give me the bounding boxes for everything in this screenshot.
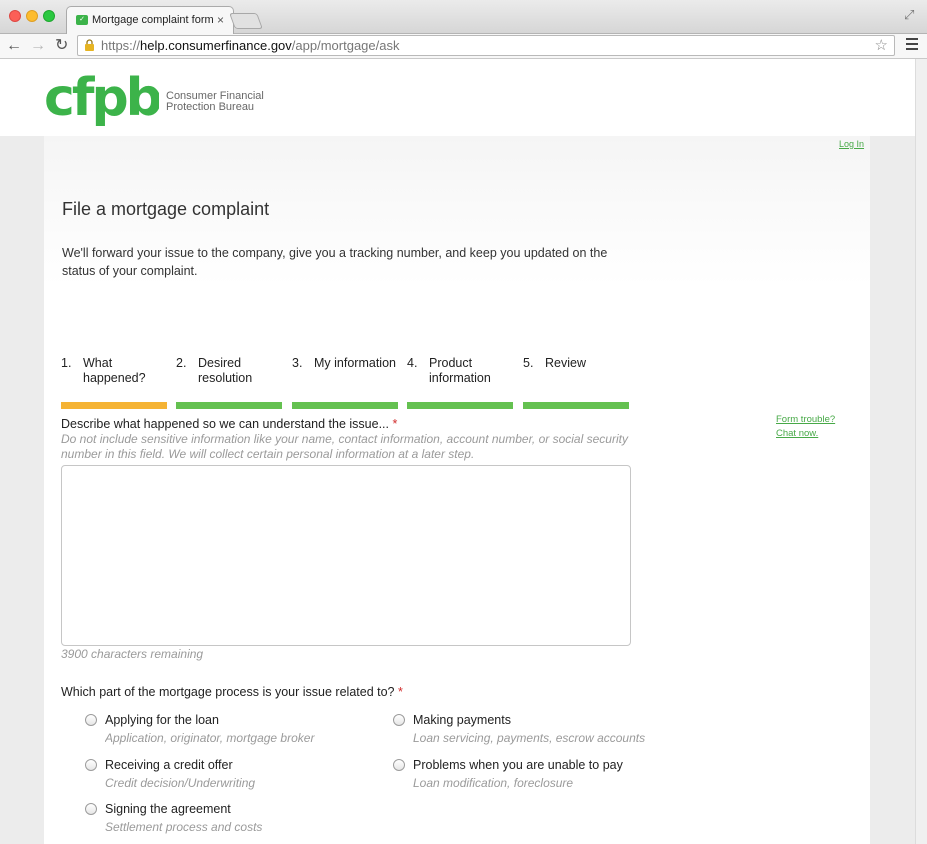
step-number: 1.	[61, 356, 72, 370]
window-minimize-button[interactable]	[26, 10, 38, 22]
step-label: Review	[545, 356, 586, 370]
describe-issue-hint: Do not include sensitive information lik…	[61, 432, 628, 461]
org-name-line2: Protection Bureau	[166, 101, 255, 113]
menu-icon[interactable]	[906, 38, 918, 52]
radio-description: Loan modification, foreclosure	[413, 776, 574, 790]
step-number: 4.	[407, 356, 418, 370]
star-icon[interactable]: ☆	[875, 36, 888, 54]
step-label: What happened?	[83, 356, 146, 385]
required-marker: *	[392, 417, 398, 431]
help-links: Form trouble? Chat now.	[776, 413, 835, 441]
url-text: https://help.consumerfinance.gov/app/mor…	[101, 38, 399, 53]
radio-button[interactable]	[85, 714, 97, 726]
radio-description: Credit decision/Underwriting	[105, 776, 256, 790]
login-link[interactable]: Log In	[839, 139, 864, 149]
step-number: 5.	[523, 356, 534, 370]
characters-remaining: 3900 characters remaining	[61, 647, 204, 661]
required-marker: *	[397, 685, 403, 699]
step-number: 3.	[292, 356, 303, 370]
radio-description: Loan servicing, payments, escrow account…	[413, 731, 646, 745]
form-trouble-link[interactable]: Form trouble?	[776, 413, 835, 427]
cfpb-favicon-icon: ✓	[76, 15, 88, 25]
radio-label: Problems when you are unable to pay	[413, 758, 623, 772]
step-label: My information	[314, 356, 396, 370]
step-label: Product information	[429, 356, 491, 385]
intro-text: We'll forward your issue to the company,…	[62, 246, 608, 278]
question-text: Which part of the mortgage process is yo…	[61, 685, 395, 699]
cfpb-logo[interactable]: cfpb	[44, 67, 159, 129]
step-number: 2.	[176, 356, 187, 370]
page-title: File a mortgage complaint	[62, 199, 270, 219]
tab-close-icon[interactable]: ×	[217, 13, 224, 27]
url-host: help.consumerfinance.gov	[140, 38, 292, 53]
radio-label: Signing the agreement	[105, 802, 231, 816]
step-progress-bar	[523, 402, 629, 409]
lock-icon	[85, 39, 94, 51]
page-viewport: cfpb Consumer Financial Protection Burea…	[0, 59, 915, 844]
window-maximize-button[interactable]	[43, 10, 55, 22]
window-close-button[interactable]	[9, 10, 21, 22]
tab-title: Mortgage complaint form	[92, 14, 214, 26]
describe-issue-textarea[interactable]	[61, 465, 631, 646]
describe-issue-label: Describe what happened so we can underst…	[61, 417, 397, 431]
fullscreen-icon[interactable]: ⤢	[904, 7, 914, 23]
radio-description: Application, originator, mortgage broker	[105, 731, 315, 745]
step-progress-bar	[61, 402, 167, 409]
mortgage-process-label: Which part of the mortgage process is yo…	[61, 685, 403, 699]
org-name: Consumer Financial Protection Bureau	[166, 91, 264, 113]
site-header: cfpb Consumer Financial Protection Burea…	[0, 59, 915, 136]
radio-label: Receiving a credit offer	[105, 758, 233, 772]
reload-icon[interactable]: ↻	[55, 36, 68, 56]
url-scheme: https://	[101, 38, 141, 53]
chat-now-link[interactable]: Chat now.	[776, 427, 835, 441]
svg-text:cfpb: cfpb	[44, 68, 159, 128]
browser-toolbar: ← → ↻ https://help.consumerfinance.gov/a…	[0, 34, 927, 59]
page-scrollbar[interactable]	[915, 59, 927, 844]
radio-button[interactable]	[393, 759, 405, 771]
radio-description: Settlement process and costs	[105, 820, 263, 834]
browser-titlebar: ✓ Mortgage complaint form × ⤢	[0, 0, 927, 34]
url-path: /app/mortgage/ask	[291, 38, 400, 53]
complaint-form-panel: Log In File a mortgage complaint We'll f…	[44, 136, 870, 844]
radio-label: Making payments	[413, 713, 511, 727]
back-icon[interactable]: ←	[6, 36, 22, 56]
forward-icon[interactable]: →	[30, 36, 46, 56]
radio-button[interactable]	[85, 759, 97, 771]
new-tab-button[interactable]	[229, 13, 263, 29]
step-label: Desired resolution	[198, 356, 253, 385]
step-progress-bar	[407, 402, 513, 409]
radio-button[interactable]	[85, 803, 97, 815]
step-progress-bar	[176, 402, 282, 409]
address-bar[interactable]: https://help.consumerfinance.gov/app/mor…	[77, 35, 895, 56]
radio-label: Applying for the loan	[105, 713, 219, 727]
browser-tab[interactable]: ✓ Mortgage complaint form ×	[66, 6, 234, 34]
step-progress-bar	[292, 402, 398, 409]
radio-button[interactable]	[393, 714, 405, 726]
question-text: Describe what happened so we can underst…	[61, 417, 389, 431]
